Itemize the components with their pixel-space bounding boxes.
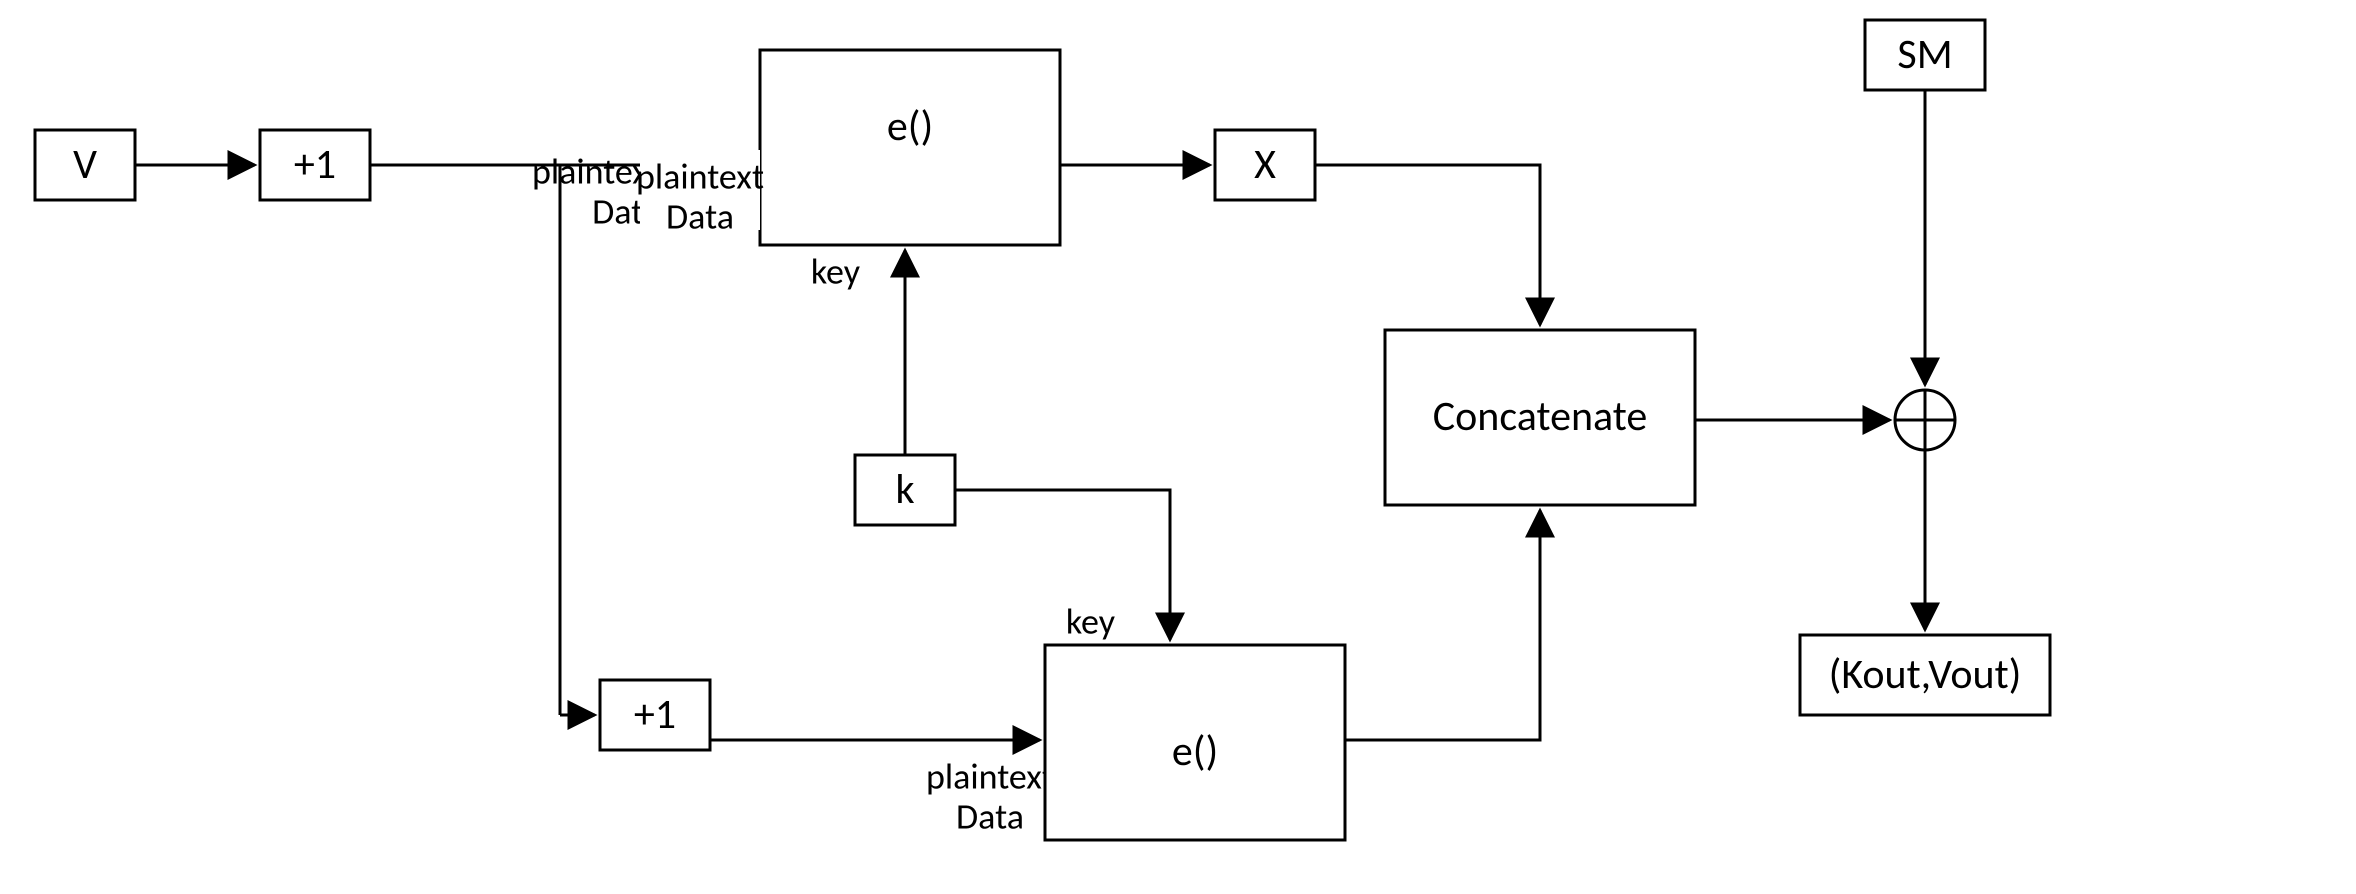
label-inc1: +1 — [294, 139, 336, 190]
block-inc1: +1 — [260, 130, 370, 200]
xor-node — [1895, 390, 1955, 450]
block-out: (Kout,Vout) — [1800, 635, 2050, 715]
block-e2: e() — [1045, 645, 1345, 840]
label-x: X — [1254, 139, 1276, 190]
label-e1-key: key — [811, 250, 861, 294]
label-sm: SM — [1897, 29, 1952, 80]
label-e1-plaintext2: plaintext — [636, 155, 764, 199]
block-k: k — [855, 455, 955, 525]
arrow-e2-to-concat — [1345, 510, 1540, 740]
arrow-x-to-concat — [1315, 165, 1540, 325]
label-k: k — [895, 464, 914, 515]
label-out: (Kout,Vout) — [1829, 649, 2022, 700]
block-concat: Concatenate — [1385, 330, 1695, 505]
label-v: V — [73, 139, 97, 190]
diagram-canvas: V +1 e() plaintext Data plaintext Data k… — [0, 0, 2356, 894]
label-inc2: +1 — [634, 689, 676, 740]
label-e2-key: key — [1066, 600, 1116, 644]
block-inc2: +1 — [600, 680, 710, 750]
label-e2: e() — [1172, 726, 1218, 777]
label-e2-data: Data — [956, 795, 1024, 839]
label-concat: Concatenate — [1433, 391, 1648, 442]
arrow-k-to-e2 — [955, 490, 1170, 640]
block-e1: e() — [760, 50, 1060, 245]
label-e1: e() — [887, 101, 933, 152]
block-sm: SM — [1865, 20, 1985, 90]
block-v: V — [35, 130, 135, 200]
label-e2-plaintext: plaintext — [926, 755, 1054, 799]
label-e1-data2: Data — [666, 195, 734, 239]
block-x: X — [1215, 130, 1315, 200]
